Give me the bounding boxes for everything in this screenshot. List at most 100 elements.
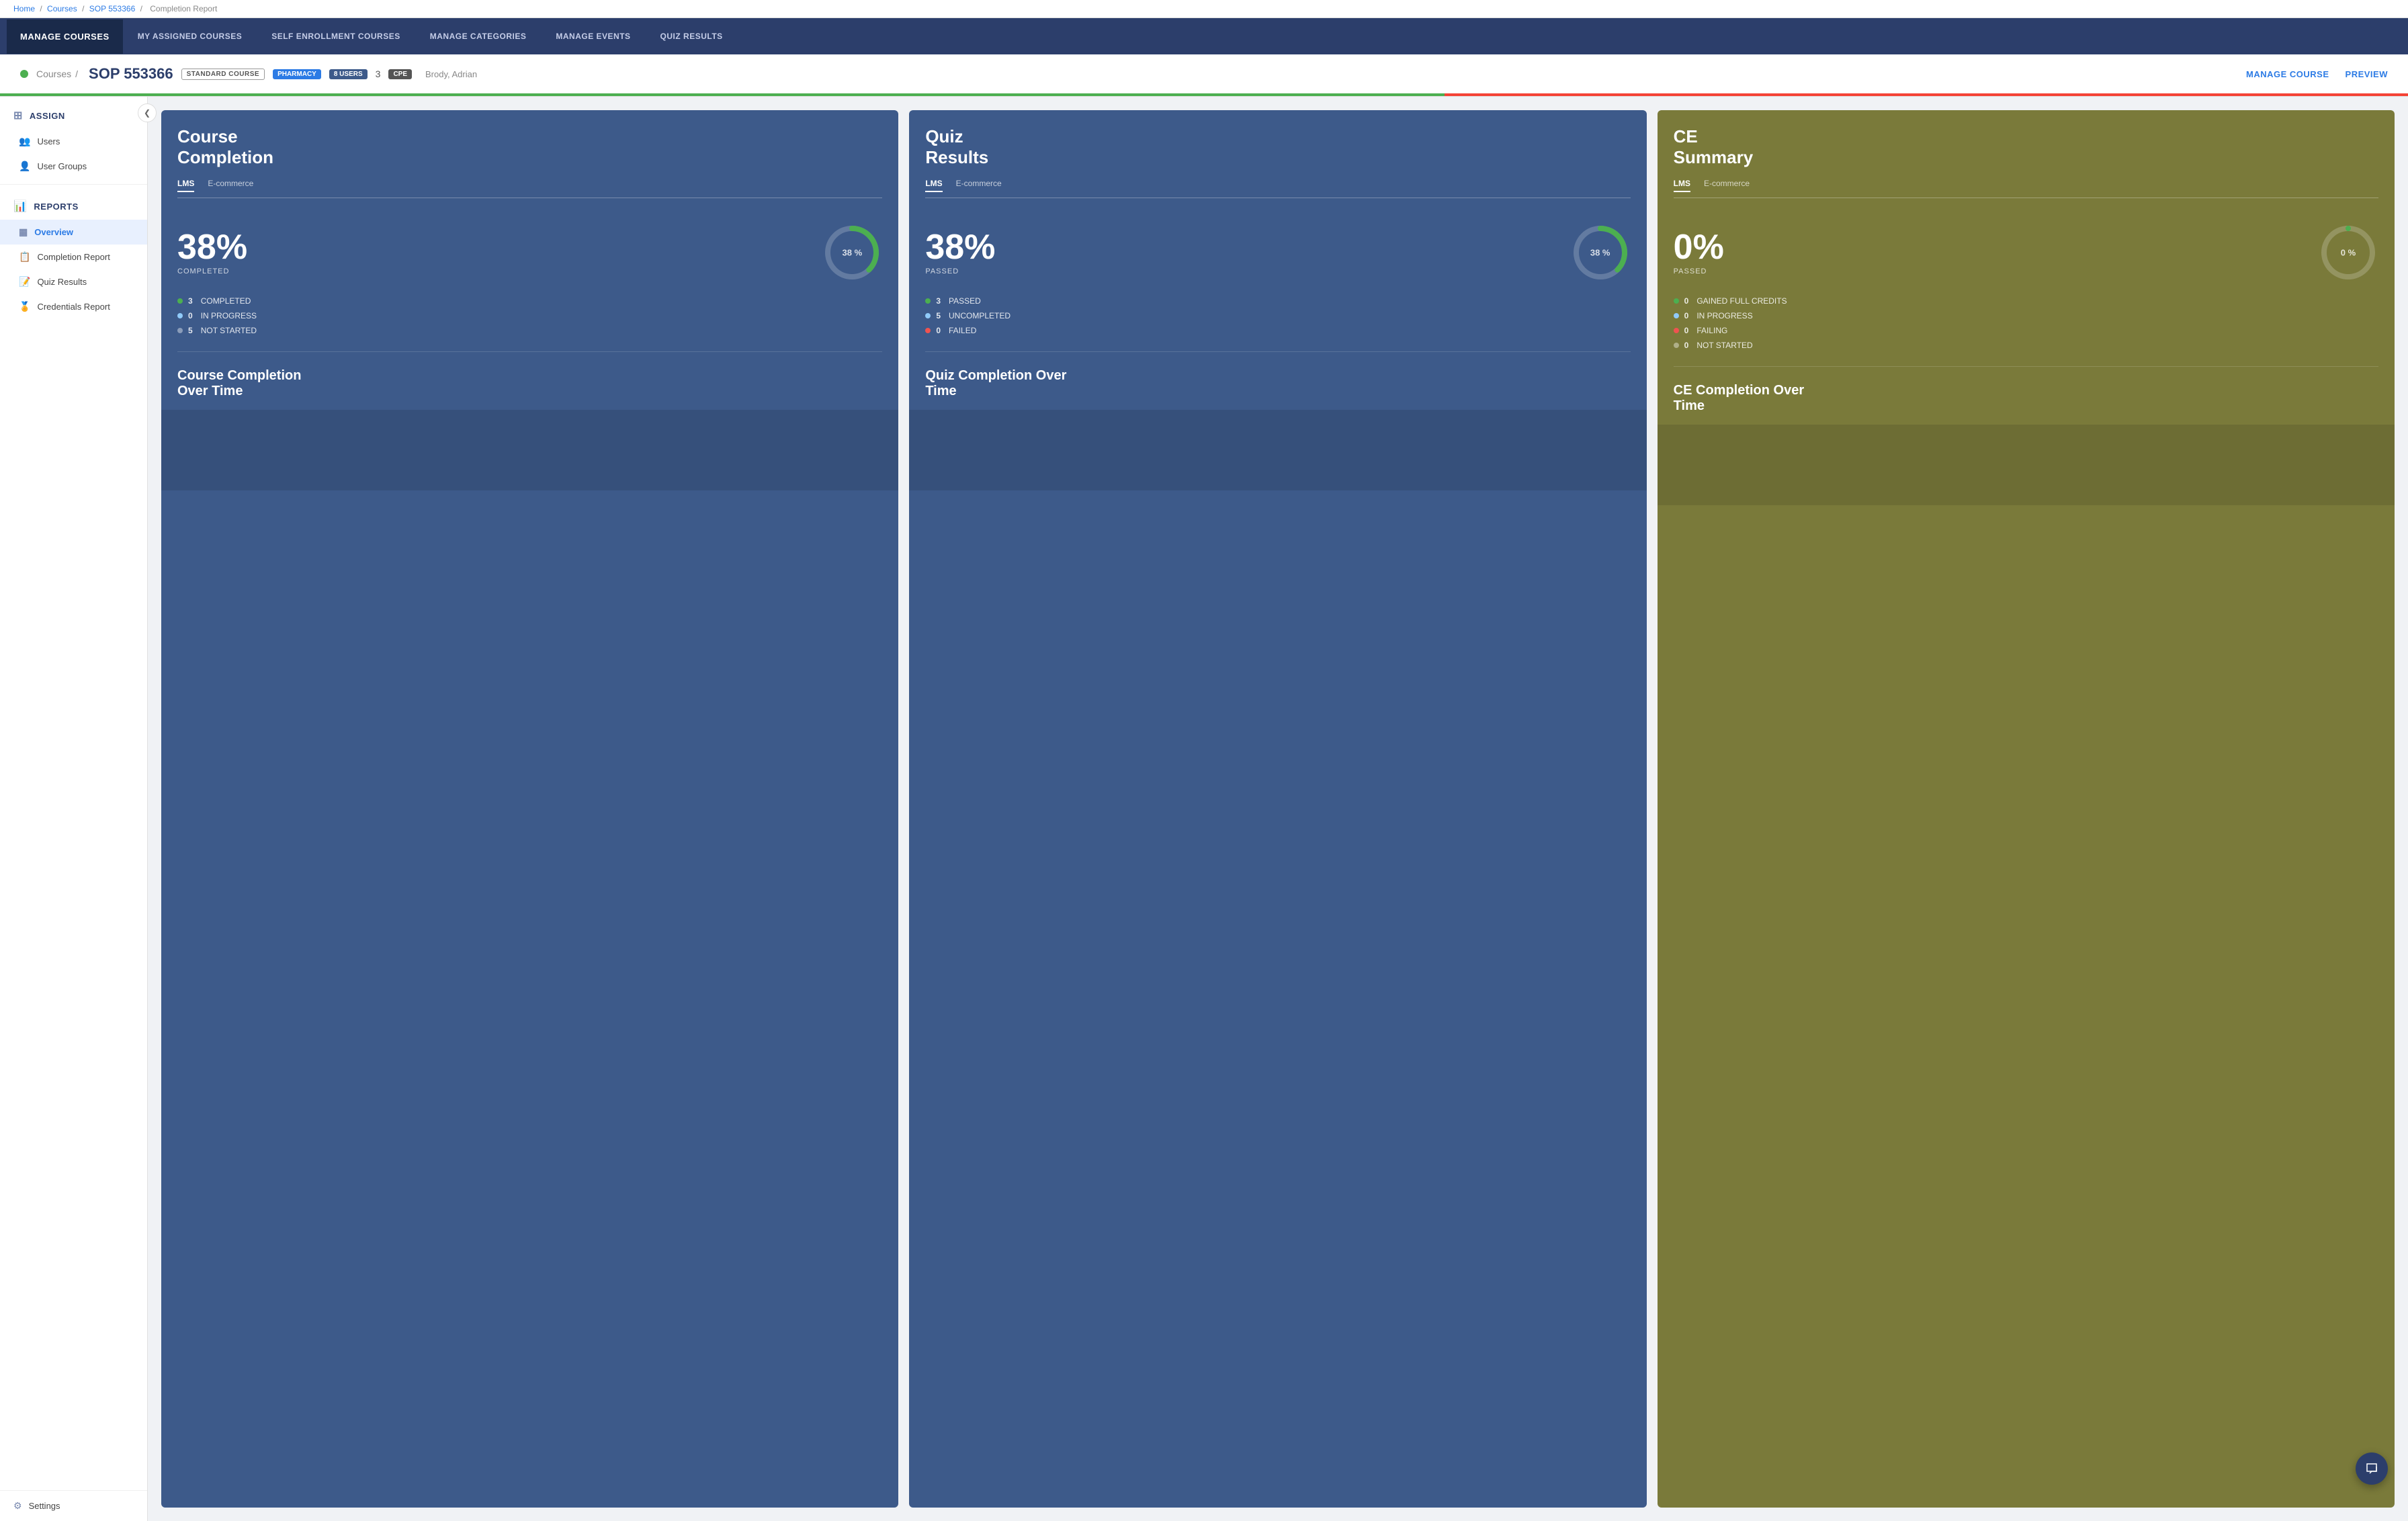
- author-name: Brody, Adrian: [425, 69, 477, 79]
- sidebar-settings[interactable]: ⚙ Settings: [0, 1490, 147, 1521]
- tab-quiz-results[interactable]: QUIZ RESULTS: [646, 18, 738, 54]
- breadcrumb-current: Completion Report: [150, 4, 217, 13]
- quiz-results-tab-ecommerce[interactable]: E-commerce: [956, 179, 1002, 192]
- sidebar-item-quiz-results[interactable]: 📝 Quiz Results: [0, 269, 147, 294]
- nav-brand: MANAGE COURSES: [7, 19, 123, 54]
- tab-self-enrollment[interactable]: SELF ENROLLMENT COURSES: [257, 18, 415, 54]
- dot-failing: [1674, 328, 1679, 333]
- dot-completed: [177, 298, 183, 304]
- course-name: SOP 553366: [89, 65, 173, 83]
- sidebar-collapse-button[interactable]: ❮: [138, 103, 157, 122]
- credentials-icon: 🏅: [19, 301, 30, 312]
- dot-passed: [925, 298, 931, 304]
- quiz-results-circle: 38 %: [1570, 222, 1631, 283]
- content-area: CourseCompletion LMS E-commerce 38% COMP…: [148, 97, 2408, 1521]
- dot-not-started: [177, 328, 183, 333]
- stat-passed-label: PASSED: [949, 296, 981, 306]
- ce-summary-title: CESummary: [1674, 126, 2378, 168]
- ce-summary-circle-label: 0 %: [2341, 248, 2356, 258]
- stat-uncompleted-count: 5: [936, 311, 941, 320]
- course-path: Courses /: [36, 69, 78, 79]
- stat-failing-count: 0: [1684, 326, 1689, 335]
- tab-manage-categories[interactable]: MANAGE CATEGORIES: [415, 18, 542, 54]
- breadcrumb-courses[interactable]: Courses: [47, 4, 77, 13]
- stat-not-started-label: NOT STARTED: [201, 326, 257, 335]
- dot-full-credits: [1674, 298, 1679, 304]
- badge-users: 8 USERS: [329, 69, 368, 79]
- ce-summary-tab-lms[interactable]: LMS: [1674, 179, 1690, 192]
- quiz-results-tab-lms[interactable]: LMS: [925, 179, 942, 192]
- ce-over-time-title: CE Completion OverTime: [1658, 370, 2395, 425]
- quiz-results-circle-label: 38 %: [1590, 248, 1610, 258]
- card-divider-2: [925, 351, 1630, 352]
- tab-manage-events[interactable]: MANAGE EVENTS: [541, 18, 645, 54]
- quiz-results-tabs: LMS E-commerce: [925, 179, 1630, 198]
- stat-failed-count: 0: [936, 326, 941, 335]
- stat-ce-not-started: 0 NOT STARTED: [1674, 341, 2378, 350]
- sidebar-item-user-groups[interactable]: 👤 User Groups: [0, 154, 147, 179]
- dot-ce-not-started: [1674, 343, 1679, 348]
- dot-in-progress: [177, 313, 183, 318]
- stat-not-started-count: 5: [188, 326, 193, 335]
- stat-full-credits-count: 0: [1684, 296, 1689, 306]
- preview-link[interactable]: PREVIEW: [2346, 69, 2388, 79]
- stat-completed-count: 3: [188, 296, 193, 306]
- sidebar-overview-label: Overview: [34, 227, 73, 237]
- quiz-over-time-title: Quiz Completion OverTime: [909, 355, 1646, 410]
- quiz-results-label: PASSED: [925, 267, 995, 275]
- reports-icon: 📊: [13, 200, 27, 213]
- ce-summary-card: CESummary LMS E-commerce 0% PASSED 0 %: [1658, 110, 2395, 1508]
- badge-pharmacy: PHARMACY: [273, 69, 321, 79]
- ce-summary-tab-ecommerce[interactable]: E-commerce: [1704, 179, 1750, 192]
- stat-not-started: 5 NOT STARTED: [177, 326, 882, 335]
- quiz-results-stats: 38% PASSED 38 %: [909, 209, 1646, 296]
- tab-my-assigned-courses[interactable]: MY ASSIGNED COURSES: [123, 18, 257, 54]
- stat-full-credits-label: GAINED FULL CREDITS: [1696, 296, 1787, 306]
- quiz-icon: 📝: [19, 276, 30, 288]
- sidebar-item-overview[interactable]: ▦ Overview: [0, 220, 147, 245]
- course-completion-tab-lms[interactable]: LMS: [177, 179, 194, 192]
- course-completion-title: CourseCompletion: [177, 126, 882, 168]
- sidebar-settings-label: Settings: [29, 1501, 60, 1511]
- breadcrumb-course-id[interactable]: SOP 553366: [89, 4, 136, 13]
- stat-passed-count: 3: [936, 296, 941, 306]
- dot-ce-in-progress: [1674, 313, 1679, 318]
- manage-course-link[interactable]: MANAGE COURSE: [2246, 69, 2329, 79]
- main-layout: ❮ ⊞ ASSIGN 👥 Users 👤 User Groups 📊 REPOR…: [0, 97, 2408, 1521]
- stat-completed: 3 COMPLETED: [177, 296, 882, 306]
- sidebar-assign-label: ASSIGN: [30, 111, 65, 121]
- cpe-count: 3: [376, 69, 381, 79]
- sidebar-completion-label: Completion Report: [37, 252, 110, 262]
- badge-standard-course: STANDARD COURSE: [181, 69, 265, 80]
- stat-uncompleted: 5 UNCOMPLETED: [925, 311, 1630, 320]
- ce-summary-label: PASSED: [1674, 267, 1724, 275]
- dot-failed: [925, 328, 931, 333]
- breadcrumb-sep3: /: [140, 4, 145, 13]
- sidebar-item-credentials-report[interactable]: 🏅 Credentials Report: [0, 294, 147, 319]
- sidebar-item-completion-report[interactable]: 📋 Completion Report: [0, 245, 147, 269]
- assign-icon: ⊞: [13, 109, 23, 122]
- sidebar: ❮ ⊞ ASSIGN 👥 Users 👤 User Groups 📊 REPOR…: [0, 97, 148, 1521]
- sidebar-credentials-label: Credentials Report: [37, 302, 110, 312]
- quiz-results-title: QuizResults: [925, 126, 1630, 168]
- course-completion-card: CourseCompletion LMS E-commerce 38% COMP…: [161, 110, 898, 1508]
- course-completion-tab-ecommerce[interactable]: E-commerce: [208, 179, 253, 192]
- breadcrumb-home[interactable]: Home: [13, 4, 35, 13]
- breadcrumb-sep1: /: [40, 4, 44, 13]
- ce-summary-stat-items: 0 GAINED FULL CREDITS 0 IN PROGRESS 0 FA…: [1658, 296, 2395, 363]
- ce-summary-chart: [1658, 425, 2395, 505]
- stat-ce-in-progress-count: 0: [1684, 311, 1689, 320]
- breadcrumb: Home / Courses / SOP 553366 / Completion…: [0, 0, 2408, 18]
- sidebar-item-users[interactable]: 👥 Users: [0, 129, 147, 154]
- stat-failed-label: FAILED: [949, 326, 976, 335]
- progress-green: [0, 93, 1445, 96]
- quiz-results-percent: 38%: [925, 230, 995, 265]
- stat-passed: 3 PASSED: [925, 296, 1630, 306]
- quiz-results-header: QuizResults LMS E-commerce: [909, 110, 1646, 209]
- stat-failing: 0 FAILING: [1674, 326, 2378, 335]
- ce-summary-tabs: LMS E-commerce: [1674, 179, 2378, 198]
- stat-completed-label: COMPLETED: [201, 296, 251, 306]
- chat-button[interactable]: [2356, 1452, 2388, 1485]
- users-icon: 👥: [19, 136, 30, 147]
- sidebar-usergroups-label: User Groups: [37, 161, 87, 171]
